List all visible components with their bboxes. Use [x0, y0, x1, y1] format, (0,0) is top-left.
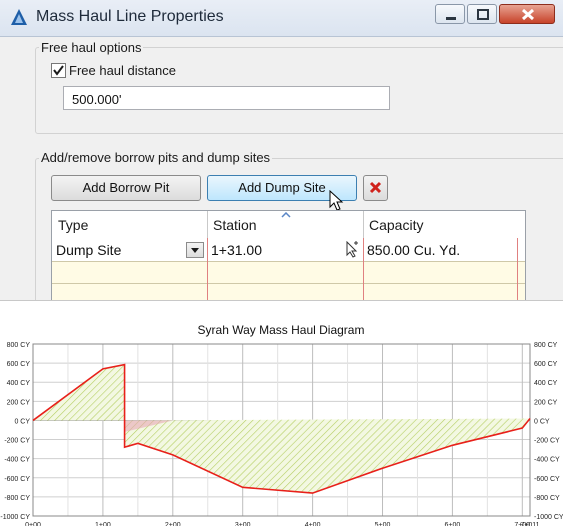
window-title: Mass Haul Line Properties: [36, 8, 224, 25]
cell-station[interactable]: 1+31.00: [211, 242, 262, 258]
borrow-dump-sites-label: Add/remove borrow pits and dump sites: [39, 150, 273, 165]
table-row[interactable]: Dump Site 1+31.00 850.00 Cu. Yd.: [52, 238, 525, 262]
free-haul-distance-input[interactable]: 500.000': [63, 86, 390, 110]
x-tick-label: 4+00: [305, 522, 321, 526]
balance-region-positive: [33, 364, 125, 421]
x-tick-label: 6+00: [445, 522, 461, 526]
column-divider: [207, 211, 208, 238]
mass-haul-line-properties-dialog: Mass Haul Line Properties Free haul opti…: [0, 0, 563, 301]
y-tick-label-left: -400 CY: [4, 457, 30, 464]
column-divider: [207, 238, 208, 300]
column-divider: [363, 211, 364, 238]
cell-type[interactable]: Dump Site: [56, 242, 121, 258]
x-tick-label: 5+00: [375, 522, 391, 526]
y-tick-label-left: 800 CY: [7, 342, 31, 349]
y-tick-label-right: -400 CY: [534, 457, 560, 464]
y-tick-label-left: 0 CY: [14, 418, 30, 425]
column-divider: [363, 238, 364, 300]
chart-fill-regions: [33, 364, 530, 494]
y-tick-label-left: 600 CY: [7, 361, 31, 368]
y-tick-label-right: 0 CY: [534, 418, 550, 425]
y-tick-label-right: 800 CY: [534, 342, 558, 349]
y-tick-label-right: -1000 CY: [534, 514, 563, 521]
maximize-icon: [477, 9, 489, 20]
y-tick-label-right: 600 CY: [534, 361, 558, 368]
close-button[interactable]: [499, 4, 555, 24]
x-tick-label: 7+011: [520, 522, 539, 526]
free-haul-distance-checkbox[interactable]: [51, 63, 66, 78]
y-tick-label-left: -600 CY: [4, 476, 30, 483]
y-tick-label-left: -800 CY: [4, 495, 30, 502]
add-borrow-pit-button[interactable]: Add Borrow Pit: [51, 175, 201, 201]
y-tick-label-left: -200 CY: [4, 438, 30, 445]
y-tick-label-left: 200 CY: [7, 399, 31, 406]
y-tick-label-right: -200 CY: [534, 438, 560, 445]
pick-station-icon[interactable]: [344, 241, 360, 258]
free-haul-distance-label: Free haul distance: [69, 63, 176, 78]
y-tick-label-right: 400 CY: [534, 380, 558, 387]
title-bar[interactable]: Mass Haul Line Properties: [0, 0, 563, 37]
balance-region-negative: [124, 418, 530, 494]
x-tick-label: 3+00: [235, 522, 251, 526]
minimize-icon: [446, 17, 456, 20]
sites-table: Type Station Capacity Dump Site 1+31.00 …: [51, 210, 526, 300]
y-tick-label-right: -600 CY: [534, 476, 560, 483]
type-dropdown-button[interactable]: [186, 242, 204, 258]
column-header-capacity[interactable]: Capacity: [369, 217, 423, 233]
mass-haul-chart: Syrah Way Mass Haul Diagram 800 CY 800 CY…: [0, 305, 563, 529]
table-header: Type Station Capacity: [52, 211, 525, 239]
column-divider: [517, 238, 518, 300]
mouse-pointer-icon: [329, 190, 344, 211]
column-header-station[interactable]: Station: [213, 217, 257, 233]
y-tick-label-left: -1000 CY: [0, 514, 30, 521]
sort-ascending-icon: [281, 212, 291, 218]
y-tick-label-left: 400 CY: [7, 380, 31, 387]
x-tick-label: 1+00: [95, 522, 111, 526]
y-tick-label-right: -800 CY: [534, 495, 560, 502]
y-tick-label-right: 200 CY: [534, 399, 558, 406]
close-icon: [521, 8, 535, 21]
autocad-civil-icon: [11, 9, 27, 25]
chart-title: Syrah Way Mass Haul Diagram: [198, 323, 365, 337]
x-tick-label: 2+00: [165, 522, 181, 526]
maximize-button[interactable]: [467, 4, 497, 24]
cell-capacity[interactable]: 850.00 Cu. Yd.: [367, 242, 460, 258]
mass-haul-chart-svg: Syrah Way Mass Haul Diagram 800 CY 800 CY…: [0, 323, 563, 529]
checkmark-icon: [53, 65, 64, 76]
minimize-button[interactable]: [435, 4, 465, 24]
red-x-icon: [369, 181, 382, 194]
x-tick-label: 0+00: [25, 522, 41, 526]
chevron-down-icon: [191, 248, 199, 253]
free-haul-options-label: Free haul options: [39, 40, 144, 55]
column-header-type[interactable]: Type: [58, 217, 88, 233]
delete-site-button[interactable]: [363, 175, 388, 201]
table-row-empty[interactable]: [52, 262, 525, 284]
